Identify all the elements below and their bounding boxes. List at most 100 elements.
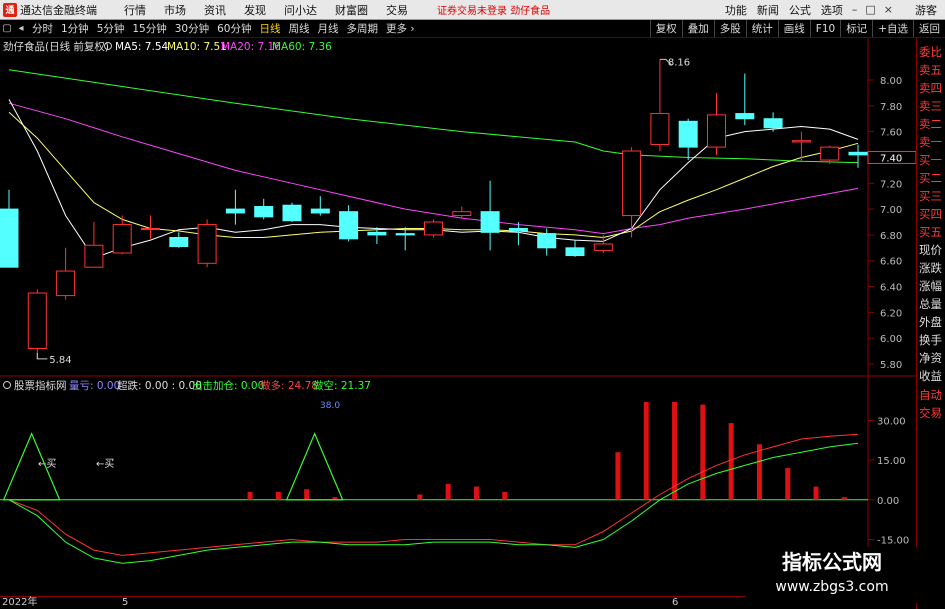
- draw-line-button[interactable]: 画线: [777, 20, 810, 37]
- side-tab-5[interactable]: 卖二: [919, 115, 945, 133]
- menu-bar: 通 通达信金融终端 行情 市场 资讯 发现 问小达 财富圈 交易 证券交易未登录…: [0, 0, 945, 20]
- period-60min[interactable]: 60分钟: [213, 21, 255, 36]
- candle-body-down: [480, 211, 500, 233]
- indicator-grid: [0, 419, 874, 540]
- price-grid: [868, 79, 874, 365]
- period-weekly[interactable]: 周线: [285, 21, 314, 36]
- side-tab-7[interactable]: 买一: [919, 151, 945, 169]
- side-tab-12[interactable]: 现价: [919, 241, 945, 259]
- side-tab-6[interactable]: 卖一: [919, 133, 945, 151]
- menu-function[interactable]: 功能: [720, 2, 752, 18]
- indicator-settings-icon[interactable]: [3, 381, 11, 389]
- indicator-tick-label: 0.00: [877, 496, 899, 507]
- signal-bar: [417, 494, 423, 500]
- menu-market[interactable]: 市场: [155, 2, 195, 18]
- candle-body-up: [593, 243, 613, 251]
- chart-area[interactable]: 8.00 7.80 7.60 7.40 7.20 7.00 6.80 6.60 6.40 6.20…: [0, 38, 916, 596]
- signal-bar: [445, 483, 451, 500]
- price-tick-label: 5.80: [880, 360, 902, 371]
- layout-icon[interactable]: ▢: [0, 23, 14, 34]
- side-tab-10[interactable]: 买四: [919, 205, 945, 223]
- return-button[interactable]: 返回: [913, 20, 945, 37]
- stats-button[interactable]: 统计: [745, 20, 778, 37]
- side-tab-trade[interactable]: 交易: [919, 404, 945, 422]
- minimize-button[interactable]: –: [848, 3, 862, 16]
- period-15min[interactable]: 15分钟: [128, 21, 170, 36]
- menu-wealth[interactable]: 财富圈: [326, 2, 377, 18]
- price-tick-label: 6.60: [880, 257, 902, 268]
- side-tab-15[interactable]: 总量: [919, 295, 945, 313]
- ma60-legend: MA60: 7.36: [272, 41, 332, 53]
- period-1min[interactable]: 1分钟: [57, 21, 93, 36]
- side-tab-19[interactable]: 收益: [919, 367, 945, 385]
- period-more[interactable]: 更多 ›: [382, 21, 419, 36]
- side-tab-11[interactable]: 买五: [919, 223, 945, 241]
- period-monthly[interactable]: 月线: [314, 21, 343, 36]
- side-tab-16[interactable]: 外盘: [919, 313, 945, 331]
- side-tab-14[interactable]: 涨幅: [919, 277, 945, 295]
- indicator-value-5: 做空: 21.37: [313, 379, 371, 392]
- signal-bar: [304, 489, 310, 500]
- period-daily[interactable]: 日线: [256, 21, 285, 36]
- indicator-value-3: 出击加仓: 0.00: [192, 379, 264, 392]
- candle-body-down: [848, 151, 868, 156]
- candle-body-down: [508, 227, 528, 232]
- signal-bar: [502, 491, 508, 500]
- price-tick-label: 7.80: [880, 102, 902, 113]
- menu-options[interactable]: 选项: [816, 2, 848, 18]
- mark-button[interactable]: 标记: [840, 20, 872, 37]
- maximize-button[interactable]: □: [861, 3, 879, 16]
- multi-stock-button[interactable]: 多股: [713, 20, 746, 37]
- side-tab-auto[interactable]: 自动: [919, 386, 945, 404]
- price-tick-label: 7.60: [880, 128, 902, 139]
- side-tab-18[interactable]: 净资: [919, 349, 945, 367]
- candle-body-down: [678, 120, 698, 148]
- back-icon[interactable]: ◂: [14, 23, 28, 34]
- side-tab-17[interactable]: 换手: [919, 331, 945, 349]
- close-button[interactable]: ×: [880, 3, 897, 16]
- buy-label-1: ←买: [38, 458, 56, 470]
- period-30min[interactable]: 30分钟: [171, 21, 213, 36]
- quote-side-panel: 委比 卖五 卖四 卖三 卖二 卖一 买一 买二 买三 买四 买五 现价 涨跌 涨…: [916, 38, 945, 609]
- add-watchlist-button[interactable]: +自选: [872, 20, 913, 37]
- signal-bar: [728, 423, 734, 500]
- side-tab-13[interactable]: 涨跌: [919, 259, 945, 277]
- menu-news-right[interactable]: 新闻: [752, 2, 784, 18]
- menu-quotes[interactable]: 行情: [115, 2, 155, 18]
- menu-ask[interactable]: 问小达: [275, 2, 326, 18]
- side-tab-1[interactable]: 委比: [919, 43, 945, 61]
- adjust-button[interactable]: 复权: [649, 20, 682, 37]
- candle-body-up: [141, 227, 160, 230]
- candle-body-up: [622, 150, 642, 217]
- candle-body-down: [367, 231, 387, 236]
- indicator-axis: 30.0015.000.00-15.0014:5014:5014:5014:50…: [877, 416, 909, 546]
- period-5min[interactable]: 5分钟: [93, 21, 129, 36]
- side-tab-3[interactable]: 卖四: [919, 79, 945, 97]
- menu-trade[interactable]: 交易: [377, 2, 417, 18]
- side-tab-4[interactable]: 卖三: [919, 97, 945, 115]
- candle-body-up: [424, 221, 443, 236]
- indicator-value-4: 做多: 24.78: [260, 379, 318, 392]
- f10-button[interactable]: F10: [809, 20, 840, 37]
- ma10-line: [8, 111, 859, 239]
- signal-bar: [275, 491, 281, 500]
- indicator-value-1: 量亏: 0.00: [69, 380, 120, 392]
- candle-body-up: [197, 224, 217, 264]
- side-tab-2[interactable]: 卖五: [919, 61, 945, 79]
- menu-news[interactable]: 资讯: [195, 2, 235, 18]
- signal-bar: [841, 497, 847, 500]
- overlay-button[interactable]: 叠加: [681, 20, 714, 37]
- guest-label[interactable]: 游客: [915, 2, 937, 18]
- period-multi[interactable]: 多周期: [343, 21, 383, 36]
- high-label: 8.16: [668, 57, 690, 68]
- candle-body-up: [820, 146, 840, 161]
- side-tab-8[interactable]: 买二: [919, 169, 945, 187]
- menu-formula[interactable]: 公式: [784, 2, 816, 18]
- period-timeshare[interactable]: 分时: [28, 21, 57, 36]
- side-tab-9[interactable]: 买三: [919, 187, 945, 205]
- app-title: 通达信金融终端: [20, 3, 97, 17]
- menu-discover[interactable]: 发现: [235, 2, 275, 18]
- signal-bar: [785, 468, 791, 500]
- low-label: 5.84: [49, 355, 71, 366]
- login-status[interactable]: 证券交易未登录 劲仔食品: [437, 2, 550, 17]
